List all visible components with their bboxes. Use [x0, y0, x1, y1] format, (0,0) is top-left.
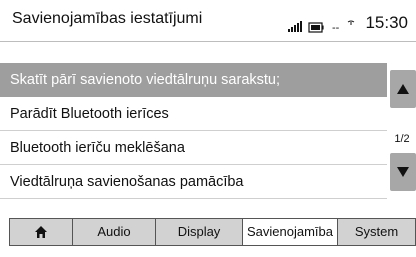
tab-label: Audio	[97, 224, 131, 239]
menu-item-bluetooth-search[interactable]: Bluetooth ierīču meklēšana	[0, 131, 387, 165]
tab-connectivity[interactable]: Savienojamība	[242, 218, 338, 246]
page-title: Savienojamības iestatījumi	[12, 10, 203, 27]
signal-bars-icon	[288, 21, 302, 32]
bottom-tab-bar: Audio Display Savienojamība System	[0, 207, 416, 257]
triangle-down-icon	[397, 167, 409, 177]
tab-label: Savienojamība	[247, 224, 333, 239]
status-header: Savienojamības iestatījumi -- 15:30	[0, 0, 416, 52]
tab-display[interactable]: Display	[155, 218, 243, 246]
home-icon	[35, 226, 47, 238]
triangle-up-icon	[397, 84, 409, 94]
battery-icon	[308, 22, 324, 33]
wifi-indicator: --	[332, 22, 340, 33]
menu-item-label: Parādīt Bluetooth ierīces	[10, 106, 169, 122]
tab-label: Display	[177, 224, 221, 239]
menu-item-label: Bluetooth ierīču meklēšana	[10, 140, 185, 156]
header-divider	[0, 41, 416, 42]
status-icons: --	[288, 20, 355, 33]
page-indicator: 1/2	[394, 133, 410, 145]
clock: 15:30	[365, 13, 408, 32]
tab-label: System	[354, 224, 399, 239]
menu-item-phone-connection-guide[interactable]: Viedtālruņa savienošanas pamācība	[0, 165, 387, 199]
settings-menu-list: Skatīt pārī savienoto viedtālruņu saraks…	[0, 63, 387, 199]
tab-system[interactable]: System	[337, 218, 416, 246]
scrollbar: 1/2	[387, 63, 416, 198]
menu-item-show-bluetooth-devices[interactable]: Parādīt Bluetooth ierīces	[0, 97, 387, 131]
tab-home[interactable]	[9, 218, 73, 246]
menu-item-label: Skatīt pārī savienoto viedtālruņu saraks…	[10, 72, 281, 88]
menu-item-paired-phones[interactable]: Skatīt pārī savienoto viedtālruņu saraks…	[0, 63, 387, 97]
scroll-up-button[interactable]	[390, 70, 416, 108]
tab-audio[interactable]: Audio	[72, 218, 156, 246]
wifi-signal-icon	[347, 20, 355, 25]
menu-item-label: Viedtālruņa savienošanas pamācība	[10, 174, 244, 190]
scroll-down-button[interactable]	[390, 153, 416, 191]
